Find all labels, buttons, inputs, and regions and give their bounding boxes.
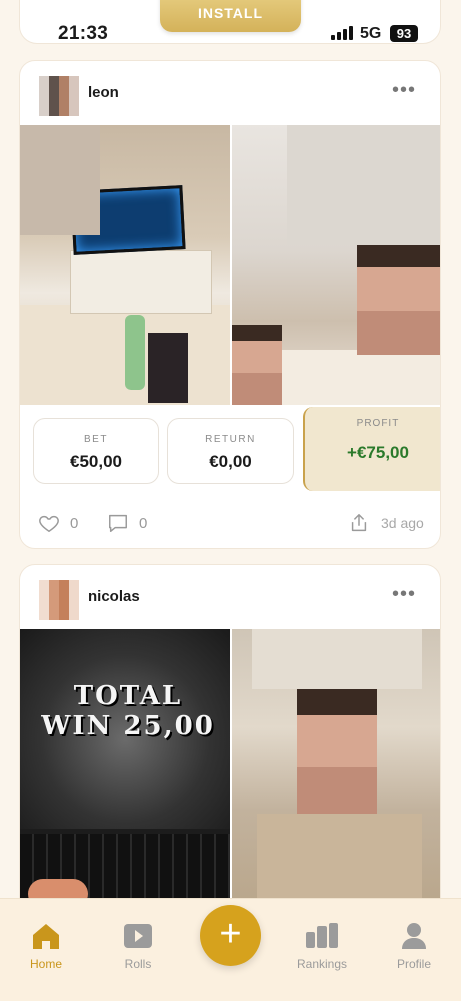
post-username[interactable]: leon: [88, 84, 119, 101]
bet-stat: BET €50,00: [33, 418, 159, 484]
nav-rolls[interactable]: Rolls: [98, 921, 178, 971]
post-username[interactable]: nicolas: [88, 588, 140, 605]
comment-button[interactable]: 0: [107, 512, 147, 534]
nav-profile[interactable]: Profile: [374, 921, 454, 971]
post-photo-left[interactable]: [20, 125, 230, 405]
profit-value: +€75,00: [347, 443, 409, 462]
bet-value: €50,00: [70, 452, 122, 471]
bet-label: BET: [84, 434, 108, 445]
network-label: 5G: [360, 25, 382, 42]
nav-profile-label: Profile: [396, 957, 431, 971]
pixelated-region: [20, 125, 100, 235]
comment-count: 0: [139, 514, 148, 532]
bar-chart-icon: [306, 923, 338, 948]
battery-icon: 93: [390, 25, 418, 42]
more-options-button[interactable]: •••: [392, 583, 416, 606]
pixelated-face: [357, 245, 440, 355]
nav-rankings[interactable]: Rankings: [282, 921, 362, 971]
pixelated-face: [232, 325, 282, 405]
post-card: leon ••• BET €50,00 RETURN €0,00 PROFIT …: [19, 60, 441, 549]
return-label: RETURN: [205, 434, 256, 445]
comment-icon: [109, 514, 127, 532]
add-post-button[interactable]: +: [200, 905, 261, 966]
profit-stat: PROFIT +€75,00: [303, 407, 440, 491]
nav-rankings-label: Rankings: [296, 957, 348, 971]
post-timestamp: 3d ago: [381, 515, 424, 531]
nav-rolls-label: Rolls: [124, 957, 152, 971]
pixelated-region: [252, 629, 422, 689]
post-photo-left[interactable]: TOTAL WIN 25,00: [20, 629, 230, 909]
screen-win-text: TOTAL WIN 25,00: [41, 681, 215, 741]
like-button[interactable]: 0: [38, 512, 78, 534]
post-photo-right[interactable]: [232, 629, 440, 909]
laptop-screen-image: TOTAL WIN 25,00: [20, 629, 230, 829]
avatar[interactable]: [39, 76, 79, 116]
avatar[interactable]: [39, 580, 79, 620]
post-actions: 0 0 3d ago: [20, 512, 440, 540]
nav-home-label: Home: [29, 957, 62, 971]
status-time: 21:33: [58, 23, 109, 44]
like-count: 0: [70, 514, 79, 532]
return-value: €0,00: [209, 452, 252, 471]
pixelated-region: [287, 125, 440, 245]
more-options-button[interactable]: •••: [392, 79, 416, 102]
play-icon: [124, 924, 152, 948]
install-button[interactable]: INSTALL: [160, 0, 301, 32]
heart-icon: [39, 515, 59, 533]
pixelated-face: [297, 689, 377, 819]
return-stat: RETURN €0,00: [167, 418, 294, 484]
post-card: nicolas ••• TOTAL WIN 25,00: [19, 564, 441, 924]
profit-label: PROFIT: [356, 418, 400, 429]
post-photo-right[interactable]: [232, 125, 440, 405]
home-icon: [33, 924, 59, 949]
share-button[interactable]: [348, 512, 380, 534]
share-icon: [351, 514, 367, 532]
signal-icon: [331, 26, 353, 40]
nav-home[interactable]: Home: [6, 921, 86, 971]
user-icon: [402, 923, 426, 949]
